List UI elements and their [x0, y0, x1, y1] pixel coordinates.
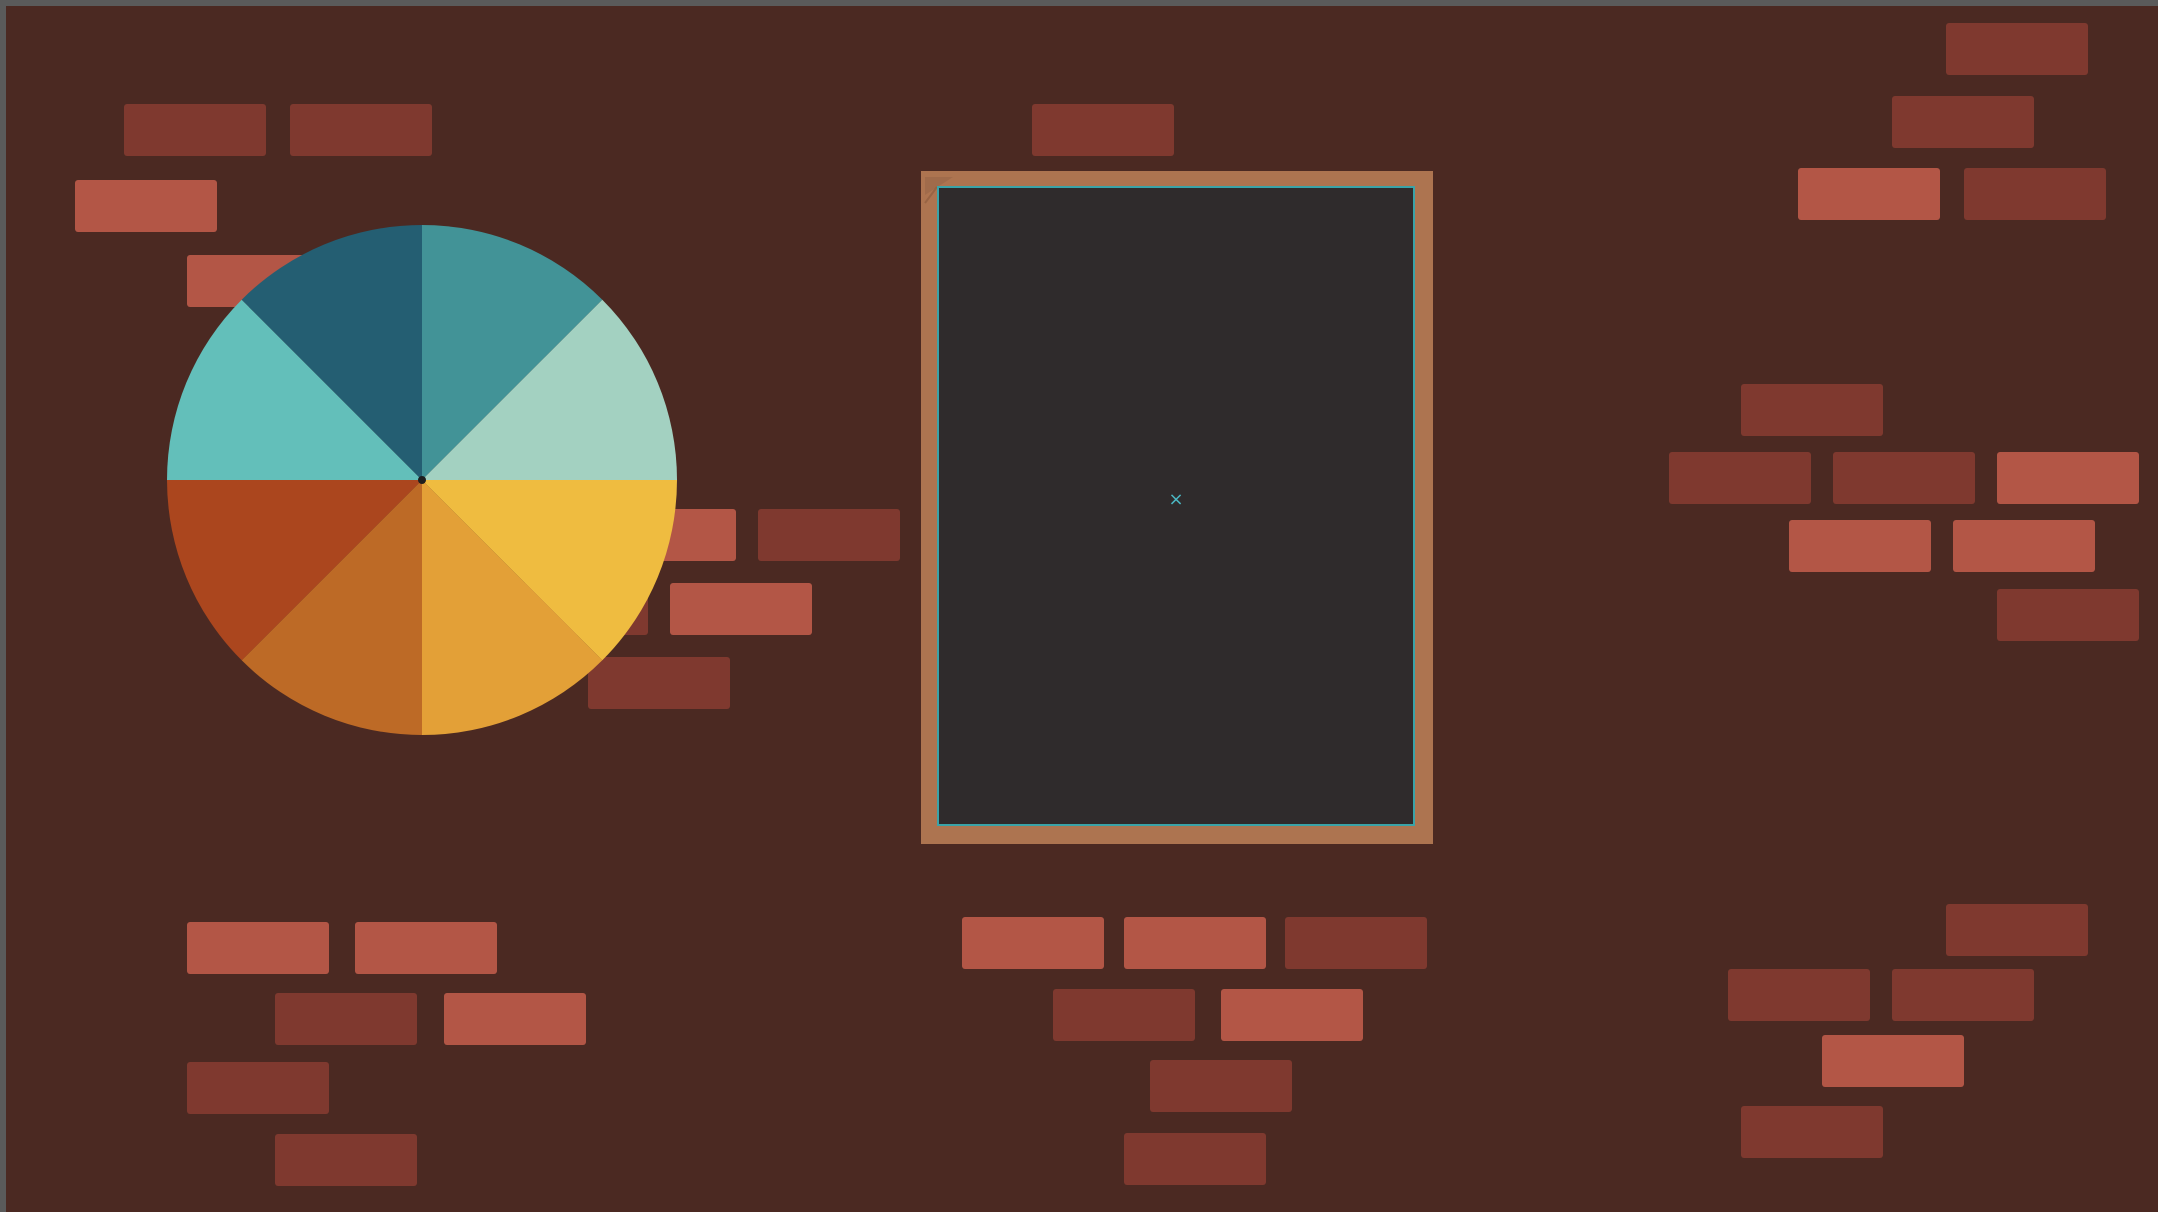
- wall-brick: [275, 1134, 417, 1186]
- board-frame: ×: [921, 171, 1433, 844]
- wall-brick: [1946, 23, 2088, 75]
- wall-brick: [1124, 1133, 1266, 1185]
- wall-brick: [1892, 969, 2034, 1021]
- wall-brick: [670, 583, 812, 635]
- wall-brick: [1741, 384, 1883, 436]
- wall-brick: [187, 1062, 329, 1114]
- wall-brick: [1997, 589, 2139, 641]
- play-board[interactable]: ×: [937, 186, 1415, 826]
- wall-brick: [1953, 520, 2095, 572]
- close-icon: ×: [1168, 489, 1184, 510]
- wheel-hub: [418, 476, 426, 484]
- wall-brick: [275, 993, 417, 1045]
- wall-brick: [1285, 917, 1427, 969]
- wall-brick: [1741, 1106, 1883, 1158]
- wall-brick: [1789, 520, 1931, 572]
- wall-brick: [1946, 904, 2088, 956]
- wall-brick: [962, 917, 1104, 969]
- wall-brick: [290, 104, 432, 156]
- wall-brick: [1892, 96, 2034, 148]
- wall-brick: [1669, 452, 1811, 504]
- wall-brick: [758, 509, 900, 561]
- wall-brick: [1032, 104, 1174, 156]
- wall-brick: [1798, 168, 1940, 220]
- wall-brick: [187, 922, 329, 974]
- wall-brick: [1964, 168, 2106, 220]
- wall-brick: [355, 922, 497, 974]
- wall-brick: [1728, 969, 1870, 1021]
- wall-brick: [1833, 452, 1975, 504]
- wall-brick: [124, 104, 266, 156]
- wall-brick: [1124, 917, 1266, 969]
- game-scene: ×: [6, 6, 2158, 1212]
- wall-brick: [1221, 989, 1363, 1041]
- wall-brick: [1822, 1035, 1964, 1087]
- wall-brick: [1053, 989, 1195, 1041]
- wall-brick: [444, 993, 586, 1045]
- wall-brick: [1997, 452, 2139, 504]
- wall-brick: [1150, 1060, 1292, 1112]
- spin-wheel[interactable]: [166, 224, 678, 736]
